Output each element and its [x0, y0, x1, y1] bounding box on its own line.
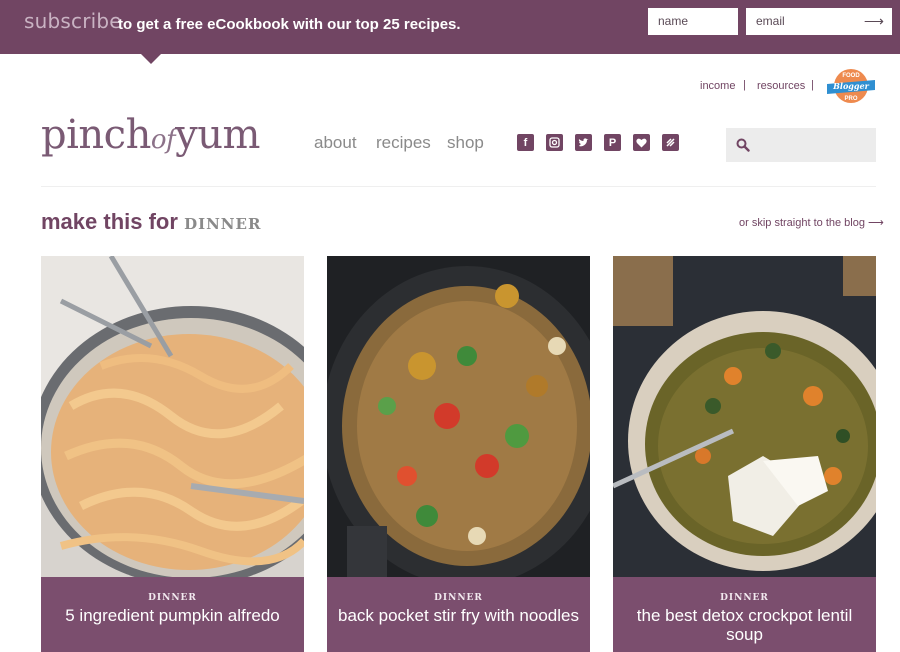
util-separator: |	[743, 79, 746, 91]
badge-line-1: FOOD	[842, 73, 860, 79]
recipe-category: DINNER	[148, 593, 197, 603]
skip-to-blog-link[interactable]: or skip straight to the blog ⟶	[739, 216, 884, 229]
badge-line-2: Blogger	[832, 81, 869, 91]
email-field[interactable]: email ⟶	[746, 8, 892, 35]
recipe-caption: DINNER the best detox crockpot lentil so…	[613, 577, 876, 652]
subscribe-description: to get a free eCookbook with our top 25 …	[118, 16, 461, 33]
section-heading: make this for DINNER	[41, 209, 261, 235]
income-link[interactable]: income	[700, 80, 735, 92]
recipe-card[interactable]: DINNER 5 ingredient pumpkin alfredo	[41, 256, 304, 652]
arrow-right-icon: ⟶	[868, 217, 884, 229]
skip-to-blog-label: or skip straight to the blog	[739, 217, 865, 229]
logo-part-of: of	[150, 125, 176, 155]
subscribe-label: subscribe	[24, 9, 122, 33]
pinterest-icon[interactable]: P	[604, 134, 621, 151]
search-input[interactable]	[726, 128, 876, 162]
util-separator: |	[811, 79, 814, 91]
facebook-icon[interactable]: f	[517, 134, 534, 151]
logo-part-pinch: pinch	[41, 112, 151, 158]
recipe-title: 5 ingredient pumpkin alfredo	[65, 606, 280, 625]
name-placeholder: name	[658, 14, 689, 28]
resources-link[interactable]: resources	[757, 80, 805, 92]
recipe-photo-pumpkin-alfredo	[41, 256, 304, 577]
recipe-title: back pocket stir fry with noodles	[338, 606, 579, 625]
recipe-card[interactable]: DINNER back pocket stir fry with noodles	[327, 256, 590, 652]
recipe-caption: DINNER back pocket stir fry with noodles	[327, 577, 590, 652]
recipe-photo-stir-fry	[327, 256, 590, 577]
search-icon	[736, 138, 750, 152]
logo-part-yum: yum	[175, 112, 260, 158]
site-logo[interactable]: pinchofyum	[41, 112, 260, 158]
name-field[interactable]: name	[648, 8, 738, 35]
nav-shop[interactable]: shop	[447, 133, 484, 153]
recipe-category: DINNER	[434, 593, 483, 603]
feed-icon[interactable]	[662, 134, 679, 151]
twitter-icon[interactable]	[575, 134, 592, 151]
recipe-caption: DINNER 5 ingredient pumpkin alfredo	[41, 577, 304, 652]
bloglovin-icon[interactable]	[633, 134, 650, 151]
arrow-right-icon[interactable]: ⟶	[864, 8, 884, 35]
subscribe-notch	[141, 54, 161, 64]
nav-recipes[interactable]: recipes	[376, 133, 431, 153]
recipe-category: DINNER	[720, 593, 769, 603]
nav-about[interactable]: about	[314, 133, 357, 153]
section-heading-highlight: DINNER	[184, 215, 262, 233]
recipe-photo-lentil-soup	[613, 256, 876, 577]
section-heading-text: make this for	[41, 209, 178, 234]
recipe-card[interactable]: DINNER the best detox crockpot lentil so…	[613, 256, 876, 652]
instagram-icon[interactable]	[546, 134, 563, 151]
subscribe-bar: subscribe to get a free eCookbook with o…	[0, 0, 900, 64]
food-blogger-pro-badge[interactable]: FOOD Blogger PRO	[826, 68, 876, 104]
recipe-title: the best detox crockpot lentil soup	[636, 606, 853, 644]
email-placeholder: email	[756, 14, 785, 28]
header-divider	[41, 186, 876, 187]
badge-line-3: PRO	[844, 96, 857, 102]
